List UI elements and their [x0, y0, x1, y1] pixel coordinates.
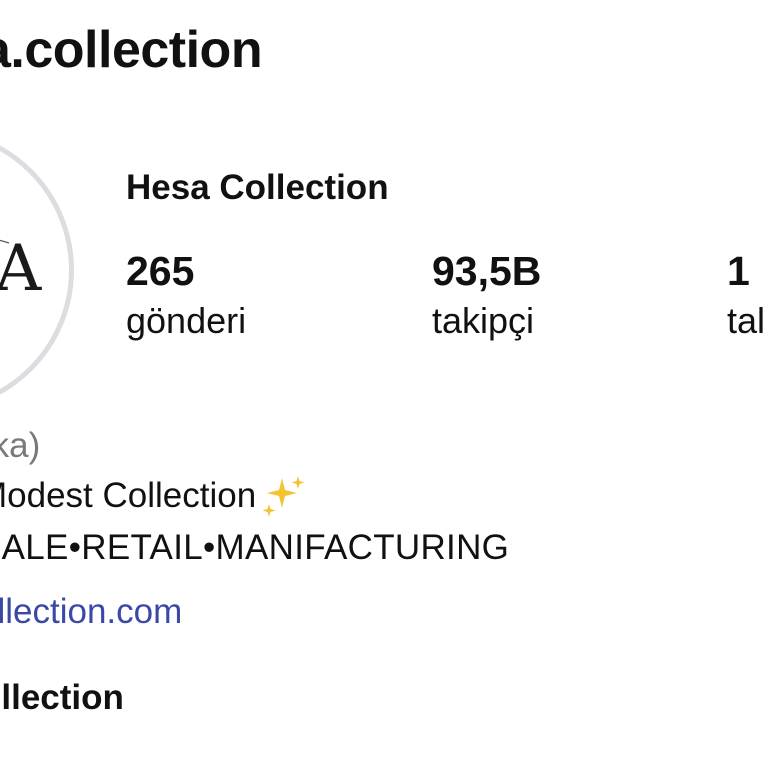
bio-services: SALE•RETAIL•MANIFACTURING [0, 528, 510, 567]
bio-website-link[interactable]: ollection.com [0, 590, 182, 634]
stat-following[interactable]: 1 tal [727, 246, 765, 344]
avatar-logo-letter: A [0, 231, 41, 307]
profile-page: a.collection A Hesa Collection 265 gönde… [0, 0, 768, 768]
bio-name-line: ollection [0, 678, 124, 717]
stat-followers[interactable]: 93,5B takipçi [432, 246, 541, 344]
stat-posts-label: gönderi [126, 300, 247, 341]
bio-category: rka) [0, 426, 41, 465]
stat-posts-value: 265 [126, 248, 195, 294]
stat-followers-value: 93,5B [432, 248, 542, 294]
stat-following-value: 1 [727, 248, 750, 294]
sparkles-icon [260, 474, 308, 518]
bio-tagline: Modest Collection [0, 474, 308, 518]
stat-following-label: tal [727, 300, 766, 341]
bio-tagline-text: Modest Collection [0, 476, 257, 515]
stat-followers-label: takipçi [432, 300, 535, 341]
profile-avatar[interactable]: A [0, 128, 74, 412]
profile-username: a.collection [0, 21, 263, 79]
stat-posts[interactable]: 265 gönderi [126, 246, 246, 344]
profile-display-name: Hesa Collection [126, 168, 389, 207]
